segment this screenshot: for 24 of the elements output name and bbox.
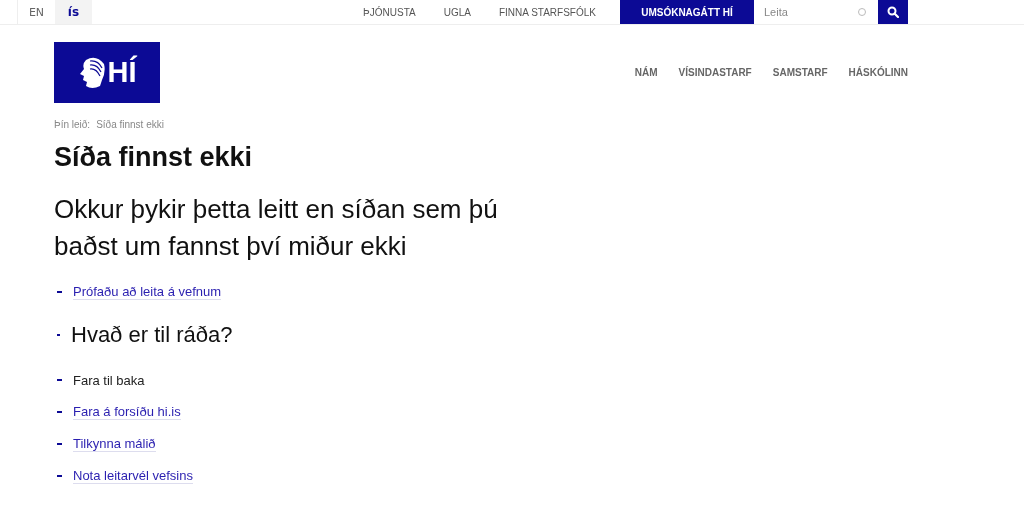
logo-text: HÍ [107, 56, 137, 89]
top-link[interactable]: ÞJÓNUSTA [363, 6, 416, 18]
university-logo[interactable]: HÍ [54, 42, 160, 103]
section-heading: Hvað er til ráða? [71, 322, 233, 348]
lead-text: Okkur þykir þetta leitt en síðan sem þú baðst um fannst því miður ekki [54, 193, 499, 263]
top-link[interactable]: FINNA STARFSFÓLK [498, 6, 596, 18]
helmeted-head-icon [77, 55, 106, 90]
link[interactable]: Nota leitarvél vefsins [73, 468, 193, 484]
page-title: Síða finnst ekki [54, 142, 254, 173]
nav-link[interactable]: HÁSKÓLINN [848, 67, 908, 78]
nav-link[interactable]: VÍSINDASTARF [678, 67, 752, 78]
link[interactable]: Fara á forsíðu hi.is [73, 404, 181, 420]
nav-link[interactable]: NÁM [634, 67, 658, 78]
top-link[interactable]: UGLA [443, 6, 471, 18]
apply-button[interactable]: UMSÓKNAGÁTT HÍ [620, 0, 754, 24]
list-text: Fara til baka [73, 372, 145, 388]
breadcrumb-current[interactable]: Síða finnst ekki [96, 119, 164, 130]
breadcrumb-label: Þín leið: [54, 119, 91, 130]
link[interactable]: Prófaðu að leita á vefnum [73, 284, 222, 300]
search-button[interactable] [878, 0, 908, 24]
search-icon [887, 6, 899, 18]
nav-link[interactable]: SAMSTARF [772, 67, 828, 78]
link[interactable]: Tilkynna málið [73, 436, 156, 452]
language-tab[interactable]: ís [55, 0, 92, 24]
